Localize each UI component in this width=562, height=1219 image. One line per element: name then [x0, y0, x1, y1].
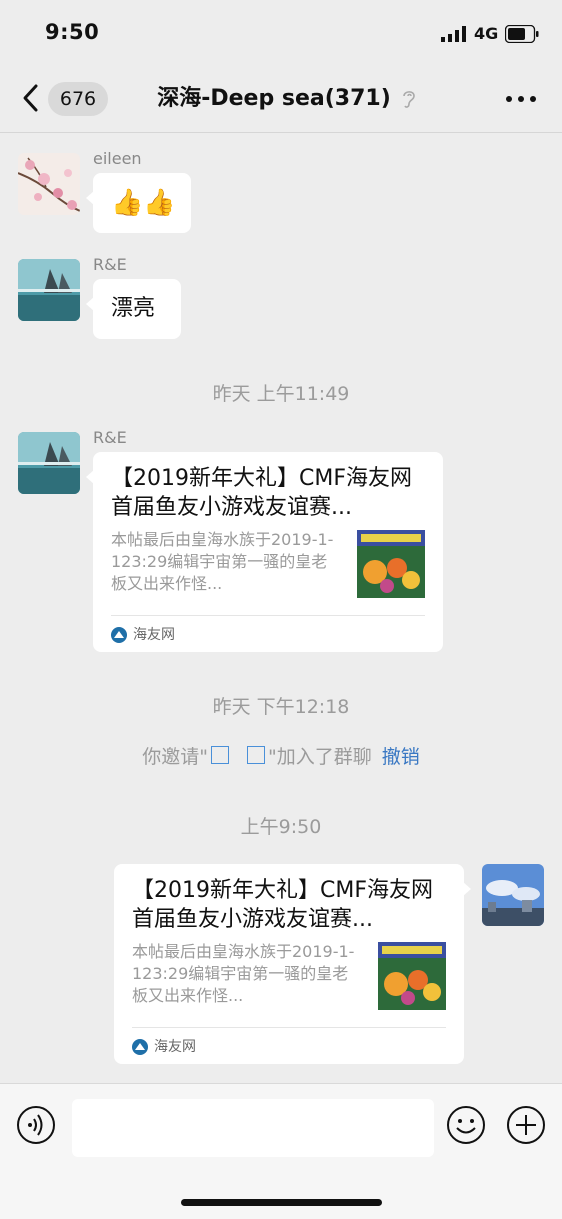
card-source: 海友网: [133, 627, 175, 643]
back-chevron-icon[interactable]: [20, 80, 42, 116]
chat-header: 676 深海-Deep sea(371): [0, 66, 562, 133]
card-description: 本帖最后由皇海水族于2019-1-123:29编辑宇宙第一骚的皇老板又出来作怪.…: [111, 530, 334, 593]
system-suffix: "加入了群聊: [268, 746, 372, 768]
system-prefix: 你邀请": [142, 746, 208, 768]
battery-icon: [505, 25, 539, 43]
link-card[interactable]: 【2019新年大礼】CMF海友网首届鱼友小游戏友谊赛... 本帖最后由皇海水族于…: [114, 864, 471, 1064]
sender-name: R&E: [93, 428, 127, 447]
revoke-link[interactable]: 撤销: [382, 746, 420, 768]
avatar-self[interactable]: [482, 864, 544, 926]
card-title: 【2019新年大礼】CMF海友网首届鱼友小游戏友谊赛...: [132, 878, 433, 932]
timestamp: 上午9:50: [240, 816, 322, 838]
card-thumbnail: [357, 530, 425, 598]
avatar-re[interactable]: [18, 259, 80, 321]
message-text: 漂亮: [111, 296, 156, 321]
sender-name: eileen: [93, 149, 142, 168]
status-bar: 9:50 4G: [0, 0, 562, 66]
chat-title: 深海-Deep sea(371): [157, 86, 391, 111]
card-thumbnail: [378, 942, 446, 1010]
card-description: 本帖最后由皇海水族于2019-1-123:29编辑宇宙第一骚的皇老板又出来作怪.…: [132, 942, 355, 1005]
card-divider: [111, 615, 425, 616]
unread-count-badge[interactable]: 676: [48, 82, 108, 116]
source-logo-icon: [111, 627, 127, 643]
sender-name: R&E: [93, 255, 127, 274]
home-indicator: [181, 1199, 382, 1206]
message-input[interactable]: [72, 1099, 434, 1157]
source-logo-icon: [132, 1039, 148, 1055]
message-bubble[interactable]: 👍👍: [86, 173, 191, 233]
card-title: 【2019新年大礼】CMF海友网首届鱼友小游戏友谊赛...: [111, 466, 412, 520]
voice-icon[interactable]: [16, 1105, 56, 1145]
network-label: 4G: [474, 24, 499, 43]
emoji-icon[interactable]: [446, 1105, 486, 1145]
link-card[interactable]: 【2019新年大礼】CMF海友网首届鱼友小游戏友谊赛... 本帖最后由皇海水族于…: [86, 452, 443, 652]
card-divider: [132, 1027, 446, 1028]
avatar-re[interactable]: [18, 432, 80, 494]
status-time: 9:50: [45, 20, 100, 44]
system-message: 你邀请" "加入了群聊 撤销: [0, 742, 562, 769]
timestamp: 昨天 上午11:49: [212, 383, 350, 405]
signal-icon: [441, 26, 466, 42]
more-icon[interactable]: [504, 94, 538, 104]
message-bubble[interactable]: 漂亮: [86, 279, 181, 339]
message-text: 👍👍: [111, 188, 176, 218]
card-source: 海友网: [154, 1039, 196, 1055]
avatar-eileen[interactable]: [18, 153, 80, 215]
input-bar: [0, 1083, 562, 1219]
timestamp: 昨天 下午12:18: [212, 696, 350, 718]
plus-icon[interactable]: [506, 1105, 546, 1145]
placeholder-box-icon: [210, 746, 229, 764]
ear-icon: [403, 91, 415, 108]
placeholder-box-icon: [247, 746, 266, 764]
